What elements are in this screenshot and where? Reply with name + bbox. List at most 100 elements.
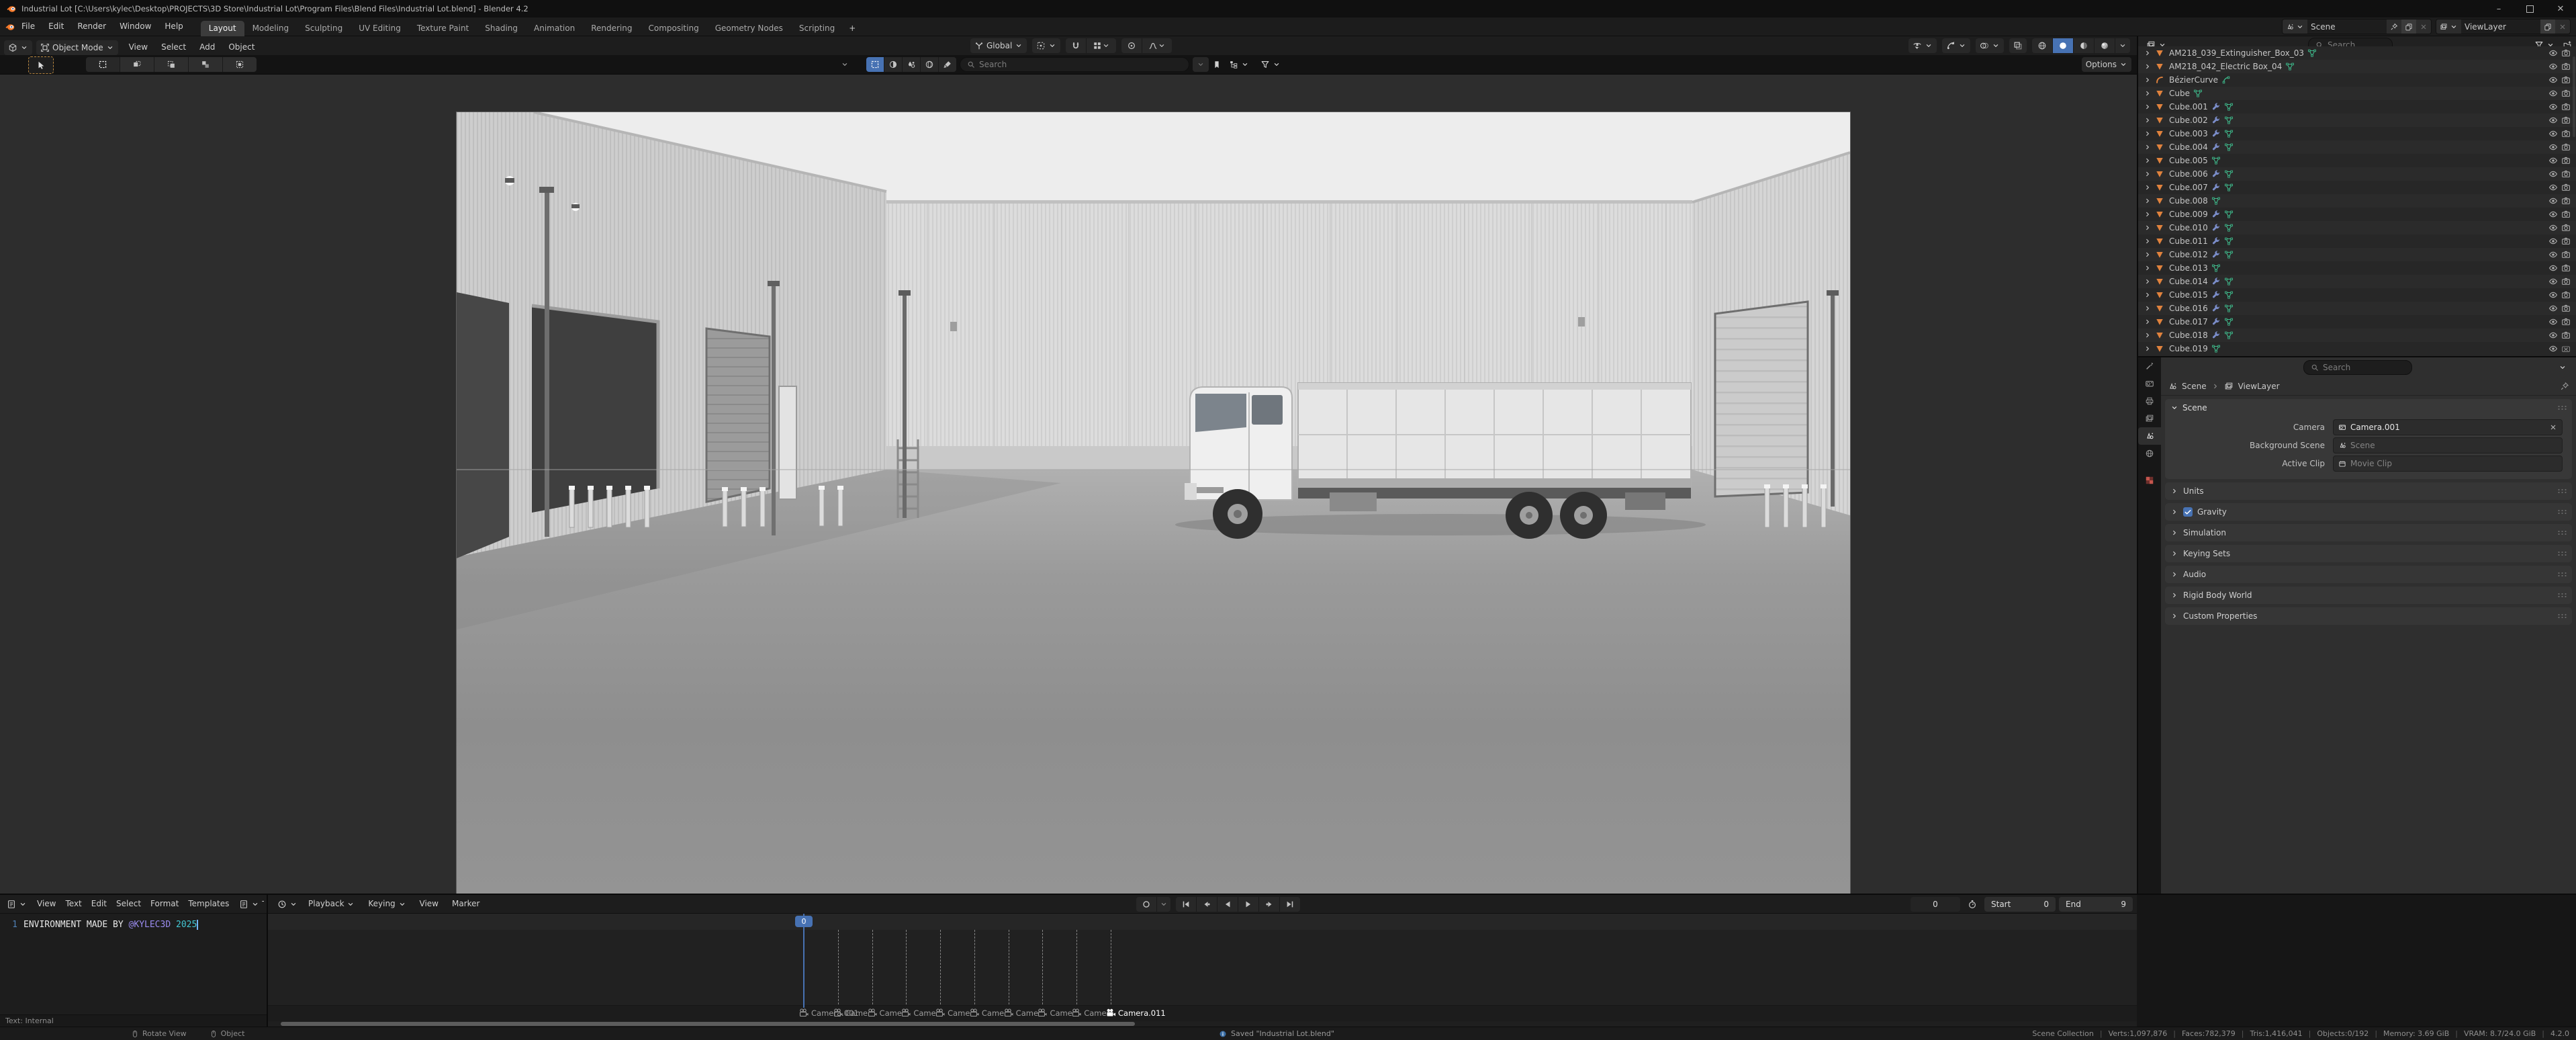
select-mode-intersect[interactable]	[223, 57, 257, 72]
render-visibility-toggle[interactable]	[2561, 169, 2571, 179]
viewport-menu-add[interactable]: Add	[193, 38, 222, 56]
text-editor-menu-select[interactable]: Select	[111, 895, 146, 913]
outliner-row[interactable]: Cube.002	[2138, 114, 2576, 127]
use-preview-range-button[interactable]	[1964, 897, 1981, 912]
workspace-tab-sculpting[interactable]: Sculpting	[297, 21, 351, 36]
hide-toggle[interactable]	[2548, 116, 2558, 126]
scene-pin-button[interactable]	[2387, 19, 2401, 34]
scene-selector[interactable]: Scene	[2282, 19, 2432, 34]
workspace-tab-layout[interactable]: Layout	[201, 21, 244, 36]
next-keyframe-button[interactable]	[1259, 897, 1280, 912]
hide-toggle[interactable]	[2548, 183, 2558, 193]
previous-keyframe-button[interactable]	[1197, 897, 1217, 912]
render-visibility-toggle[interactable]	[2561, 48, 2571, 58]
camera-marker[interactable]: Came	[901, 1008, 935, 1019]
outliner-row[interactable]: Cube.019	[2138, 342, 2576, 355]
snap-settings-dropdown[interactable]	[1087, 38, 1116, 53]
drag-grip[interactable]	[2557, 551, 2567, 556]
properties-tab-view-layer[interactable]	[2138, 410, 2161, 427]
gravity-checkbox[interactable]	[2183, 507, 2193, 517]
camera-field[interactable]: Camera.001	[2333, 419, 2563, 435]
scene-copy-button[interactable]	[2401, 19, 2416, 34]
camera-marker[interactable]: Came	[867, 1008, 902, 1019]
jump-to-start-button[interactable]	[1176, 897, 1197, 912]
hide-toggle[interactable]	[2548, 277, 2558, 287]
outliner-row[interactable]: Cube.011	[2138, 234, 2576, 248]
properties-options-dropdown[interactable]	[2555, 360, 2571, 375]
workspace-tab-uv-editing[interactable]: UV Editing	[351, 21, 409, 36]
editor-type-button[interactable]	[4, 40, 32, 55]
text-editor-menu-format[interactable]: Format	[146, 895, 183, 913]
select-mode-subtract[interactable]	[154, 57, 189, 72]
hide-toggle[interactable]	[2548, 142, 2558, 153]
collapse-chevron-icon[interactable]	[841, 60, 849, 69]
hide-toggle[interactable]	[2548, 331, 2558, 341]
render-visibility-toggle[interactable]	[2561, 75, 2571, 85]
outliner-row[interactable]: BézierCurve	[2138, 73, 2576, 87]
workspace-tab-geometry-nodes[interactable]: Geometry Nodes	[707, 21, 791, 36]
drag-grip[interactable]	[2557, 613, 2567, 619]
viewlayer-browse-button[interactable]	[2436, 19, 2461, 34]
render-visibility-toggle[interactable]	[2561, 102, 2571, 112]
topbar-menu-file[interactable]: File	[15, 17, 42, 36]
breadcrumb-scene[interactable]: Scene	[2182, 382, 2207, 391]
camera-marker[interactable]: Came	[935, 1008, 970, 1019]
camera-marker[interactable]: Came	[1003, 1008, 1038, 1019]
scene-panel-header[interactable]: Scene	[2165, 399, 2572, 417]
camera-marker[interactable]: Came	[969, 1008, 1004, 1019]
section-custom-properties[interactable]: Custom Properties	[2165, 607, 2572, 625]
play-reverse-button[interactable]	[1217, 897, 1238, 912]
outliner-row[interactable]: Cube.009	[2138, 208, 2576, 221]
render-visibility-toggle[interactable]	[2561, 277, 2571, 287]
hide-toggle[interactable]	[2548, 89, 2558, 99]
render-visibility-toggle[interactable]	[2561, 142, 2571, 153]
outliner-row[interactable]: Cube.008	[2138, 194, 2576, 208]
timeline-editor-type-button[interactable]	[273, 897, 302, 912]
xray-toggle[interactable]	[2009, 38, 2027, 53]
workspace-tab-scripting[interactable]: Scripting	[791, 21, 843, 36]
text-editor-menu-text[interactable]: Text	[60, 895, 86, 913]
hide-toggle[interactable]	[2548, 344, 2558, 354]
workspace-tab-shading[interactable]: Shading	[477, 21, 526, 36]
hide-toggle[interactable]	[2548, 250, 2558, 260]
outliner-scrollbar[interactable]	[2573, 56, 2575, 137]
pivot-point-dropdown[interactable]	[1032, 38, 1060, 53]
filter-matball-toggle[interactable]	[884, 57, 903, 72]
text-editor-menu-templates[interactable]: Templates	[183, 895, 234, 913]
render-visibility-toggle[interactable]	[2561, 304, 2571, 314]
timeline-menu-view[interactable]: View	[413, 895, 445, 913]
gizmos-dropdown[interactable]	[1942, 38, 1970, 53]
outliner-row[interactable]: Cube.014	[2138, 275, 2576, 288]
filter-swirl-toggle[interactable]	[921, 57, 939, 72]
camera-marker[interactable]: Came	[1037, 1008, 1072, 1019]
hide-toggle[interactable]	[2548, 304, 2558, 314]
hide-toggle[interactable]	[2548, 169, 2558, 179]
breadcrumb-viewlayer[interactable]: ViewLayer	[2238, 382, 2280, 391]
shading-material-button[interactable]	[2074, 38, 2095, 53]
hide-toggle[interactable]	[2548, 129, 2558, 139]
workspace-tab-texture-paint[interactable]: Texture Paint	[409, 21, 477, 36]
drag-grip[interactable]	[2557, 509, 2567, 515]
drag-grip[interactable]	[2557, 488, 2567, 494]
hide-toggle[interactable]	[2548, 263, 2558, 273]
section-audio[interactable]: Audio	[2165, 566, 2572, 583]
shading-wireframe-button[interactable]	[2032, 38, 2053, 53]
outliner-row[interactable]: Cube.015	[2138, 288, 2576, 302]
render-visibility-toggle[interactable]	[2561, 116, 2571, 126]
tool-search-input[interactable]: Search	[960, 57, 1189, 72]
camera-marker[interactable]: Came	[833, 1008, 868, 1019]
filter-brush-toggle[interactable]	[939, 57, 956, 72]
timeline-menu-marker[interactable]: Marker	[445, 895, 486, 913]
autokey-dropdown[interactable]	[1157, 897, 1170, 912]
outliner-row[interactable]: Cube.018	[2138, 329, 2576, 342]
viewlayer-selector[interactable]: ViewLayer	[2436, 19, 2571, 34]
viewport-menu-object[interactable]: Object	[222, 38, 261, 56]
snap-toggle[interactable]	[1066, 38, 1087, 53]
text-datablock-selector[interactable]: Te	[235, 897, 264, 912]
workspace-tab-rendering[interactable]: Rendering	[583, 21, 640, 36]
transform-orientation-dropdown[interactable]: Global	[970, 38, 1027, 53]
render-visibility-toggle[interactable]	[2561, 250, 2571, 260]
playhead-line[interactable]	[803, 914, 804, 1008]
outliner-row[interactable]: Cube.007	[2138, 181, 2576, 194]
select-mode-new[interactable]	[86, 57, 120, 72]
